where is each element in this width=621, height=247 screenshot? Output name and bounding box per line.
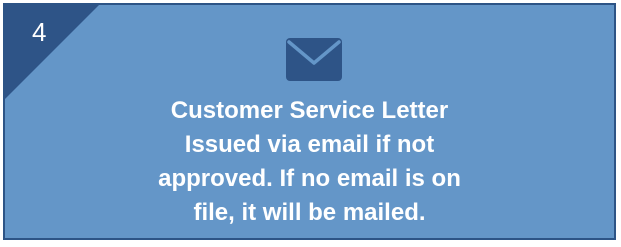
- step-text: Customer Service Letter Issued via email…: [105, 94, 514, 230]
- step-description-line: approved. If no email is on: [158, 165, 461, 192]
- step-description-line: Issued via email if not: [184, 131, 435, 158]
- step-corner-badge: [5, 5, 99, 99]
- step-title: Customer Service Letter: [170, 97, 449, 124]
- envelope-icon: [286, 38, 342, 81]
- step-description-line: file, it will be mailed.: [193, 199, 426, 226]
- process-step-card: 4 Customer Service Letter Issued via ema…: [3, 3, 616, 240]
- step-number: 4: [32, 17, 47, 47]
